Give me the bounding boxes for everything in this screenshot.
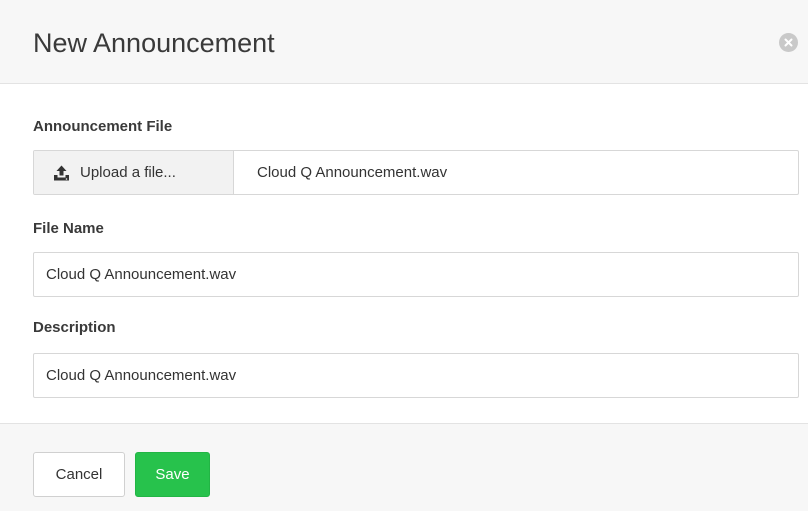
file-name-input[interactable] <box>33 252 799 297</box>
announcement-file-upload: Upload a file... Cloud Q Announcement.wa… <box>33 150 799 195</box>
description-input[interactable] <box>33 353 799 398</box>
new-announcement-dialog: New Announcement Announcement File Uploa… <box>0 0 808 511</box>
dialog-title: New Announcement <box>33 28 275 58</box>
file-name-label: File Name <box>33 220 104 237</box>
selected-file-name: Cloud Q Announcement.wav <box>257 164 448 181</box>
save-button[interactable]: Save <box>135 452 210 497</box>
description-label: Description <box>33 319 116 336</box>
close-button[interactable] <box>779 33 798 52</box>
announcement-file-label: Announcement File <box>33 118 173 135</box>
upload-file-button[interactable]: Upload a file... <box>34 151 234 194</box>
upload-icon <box>53 165 70 181</box>
dialog-footer: Cancel Save <box>0 423 808 511</box>
cancel-button[interactable]: Cancel <box>33 452 125 497</box>
close-icon <box>784 38 793 47</box>
upload-button-label: Upload a file... <box>80 164 176 181</box>
dialog-header: New Announcement <box>0 0 808 84</box>
